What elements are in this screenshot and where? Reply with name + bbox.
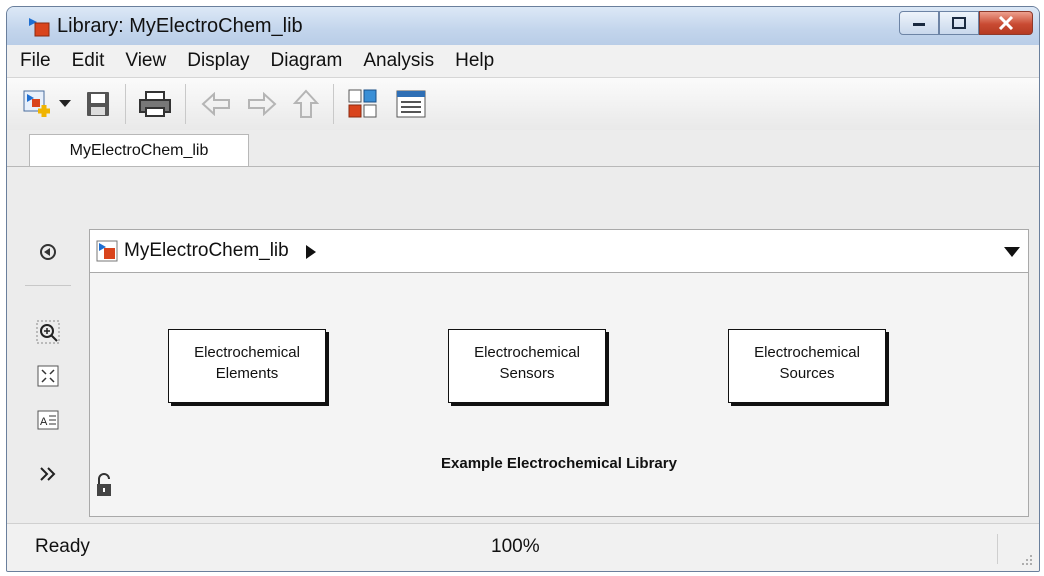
breadcrumb-arrow-icon[interactable] <box>306 245 316 259</box>
close-icon <box>998 16 1014 30</box>
block-label-line2: Sensors <box>499 365 555 382</box>
forward-icon <box>248 92 277 116</box>
zoom-button[interactable] <box>35 319 61 345</box>
library-title: Example Electrochemical Library <box>441 455 677 472</box>
back-button[interactable] <box>197 88 235 120</box>
tab-myelectrochem-lib[interactable]: MyElectroChem_lib <box>29 134 249 166</box>
simulink-library-icon <box>29 18 50 37</box>
block-electrochemical-elements[interactable]: Electrochemical Elements <box>168 329 326 403</box>
fit-to-view-icon <box>37 365 59 387</box>
status-text: Ready <box>35 536 90 557</box>
minimize-button[interactable] <box>899 11 939 35</box>
save-button[interactable] <box>81 88 115 120</box>
menu-help[interactable]: Help <box>455 50 494 72</box>
double-chevron-icon <box>40 467 56 481</box>
back-circle-icon <box>40 244 56 260</box>
new-model-button[interactable] <box>19 88 55 120</box>
resize-grip-icon[interactable] <box>1021 554 1033 566</box>
save-icon <box>87 92 109 116</box>
menu-display[interactable]: Display <box>187 50 249 72</box>
menu-edit[interactable]: Edit <box>72 50 105 72</box>
library-browser-button[interactable] <box>391 88 431 120</box>
block-label-line1: Electrochemical <box>474 344 580 361</box>
address-bar[interactable]: MyElectroChem_lib <box>89 229 1029 273</box>
model-browser-button[interactable] <box>343 88 383 120</box>
address-path[interactable]: MyElectroChem_lib <box>124 240 289 262</box>
forward-button[interactable] <box>243 88 281 120</box>
print-button[interactable] <box>135 88 175 120</box>
menu-file[interactable]: File <box>20 50 51 72</box>
library-window: Library: MyElectroChem_lib File Edit Vie… <box>6 6 1040 572</box>
palette-separator <box>25 285 71 286</box>
main-area: A MyElectroChem_lib Electrochemical Elem… <box>7 167 1039 523</box>
more-tools-button[interactable] <box>35 461 61 487</box>
block-electrochemical-sources[interactable]: Electrochemical Sources <box>728 329 886 403</box>
diagram-canvas[interactable]: Electrochemical Elements Electrochemical… <box>89 273 1029 517</box>
title-bar[interactable]: Library: MyElectroChem_lib <box>7 7 1039 45</box>
block-label-line1: Electrochemical <box>754 344 860 361</box>
maximize-button[interactable] <box>939 11 979 35</box>
status-separator <box>997 534 998 564</box>
toolbar <box>7 77 1039 131</box>
hide-browser-button[interactable] <box>35 239 61 265</box>
fit-to-view-button[interactable] <box>35 363 61 389</box>
block-electrochemical-sensors[interactable]: Electrochemical Sensors <box>448 329 606 403</box>
minimize-icon <box>913 23 925 26</box>
new-model-icon <box>23 90 50 117</box>
tab-strip: MyElectroChem_lib <box>7 130 1039 167</box>
model-browser-icon <box>348 89 377 118</box>
status-bar: Ready 100% <box>7 523 1039 571</box>
window-title: Library: MyElectroChem_lib <box>57 15 303 37</box>
menu-bar: File Edit View Display Diagram Analysis … <box>7 45 1039 77</box>
close-button[interactable] <box>979 11 1033 35</box>
print-icon <box>139 91 171 117</box>
up-button[interactable] <box>289 88 323 120</box>
block-label-line2: Sources <box>779 365 835 382</box>
window-controls <box>899 11 1033 35</box>
menu-diagram[interactable]: Diagram <box>271 50 343 72</box>
toolbar-separator <box>333 84 334 124</box>
library-model-icon <box>96 240 118 262</box>
svg-text:A: A <box>40 416 48 428</box>
new-model-dropdown[interactable] <box>57 88 73 120</box>
menu-view[interactable]: View <box>125 50 166 72</box>
maximize-icon <box>952 17 966 29</box>
toolbar-separator <box>125 84 126 124</box>
toolbar-separator <box>185 84 186 124</box>
lock-icon[interactable] <box>96 473 112 497</box>
annotation-icon: A <box>37 410 59 430</box>
up-icon <box>293 89 319 118</box>
menu-analysis[interactable]: Analysis <box>363 50 434 72</box>
zoom-icon <box>36 320 60 344</box>
block-label-line1: Electrochemical <box>194 344 300 361</box>
left-palette: A <box>7 167 87 523</box>
annotation-button[interactable]: A <box>35 407 61 433</box>
dropdown-arrow-icon <box>59 100 71 107</box>
library-browser-icon <box>396 90 426 118</box>
back-icon <box>201 92 230 116</box>
address-dropdown-icon[interactable] <box>1004 247 1020 257</box>
zoom-level: 100% <box>491 536 540 557</box>
block-label-line2: Elements <box>215 365 279 382</box>
